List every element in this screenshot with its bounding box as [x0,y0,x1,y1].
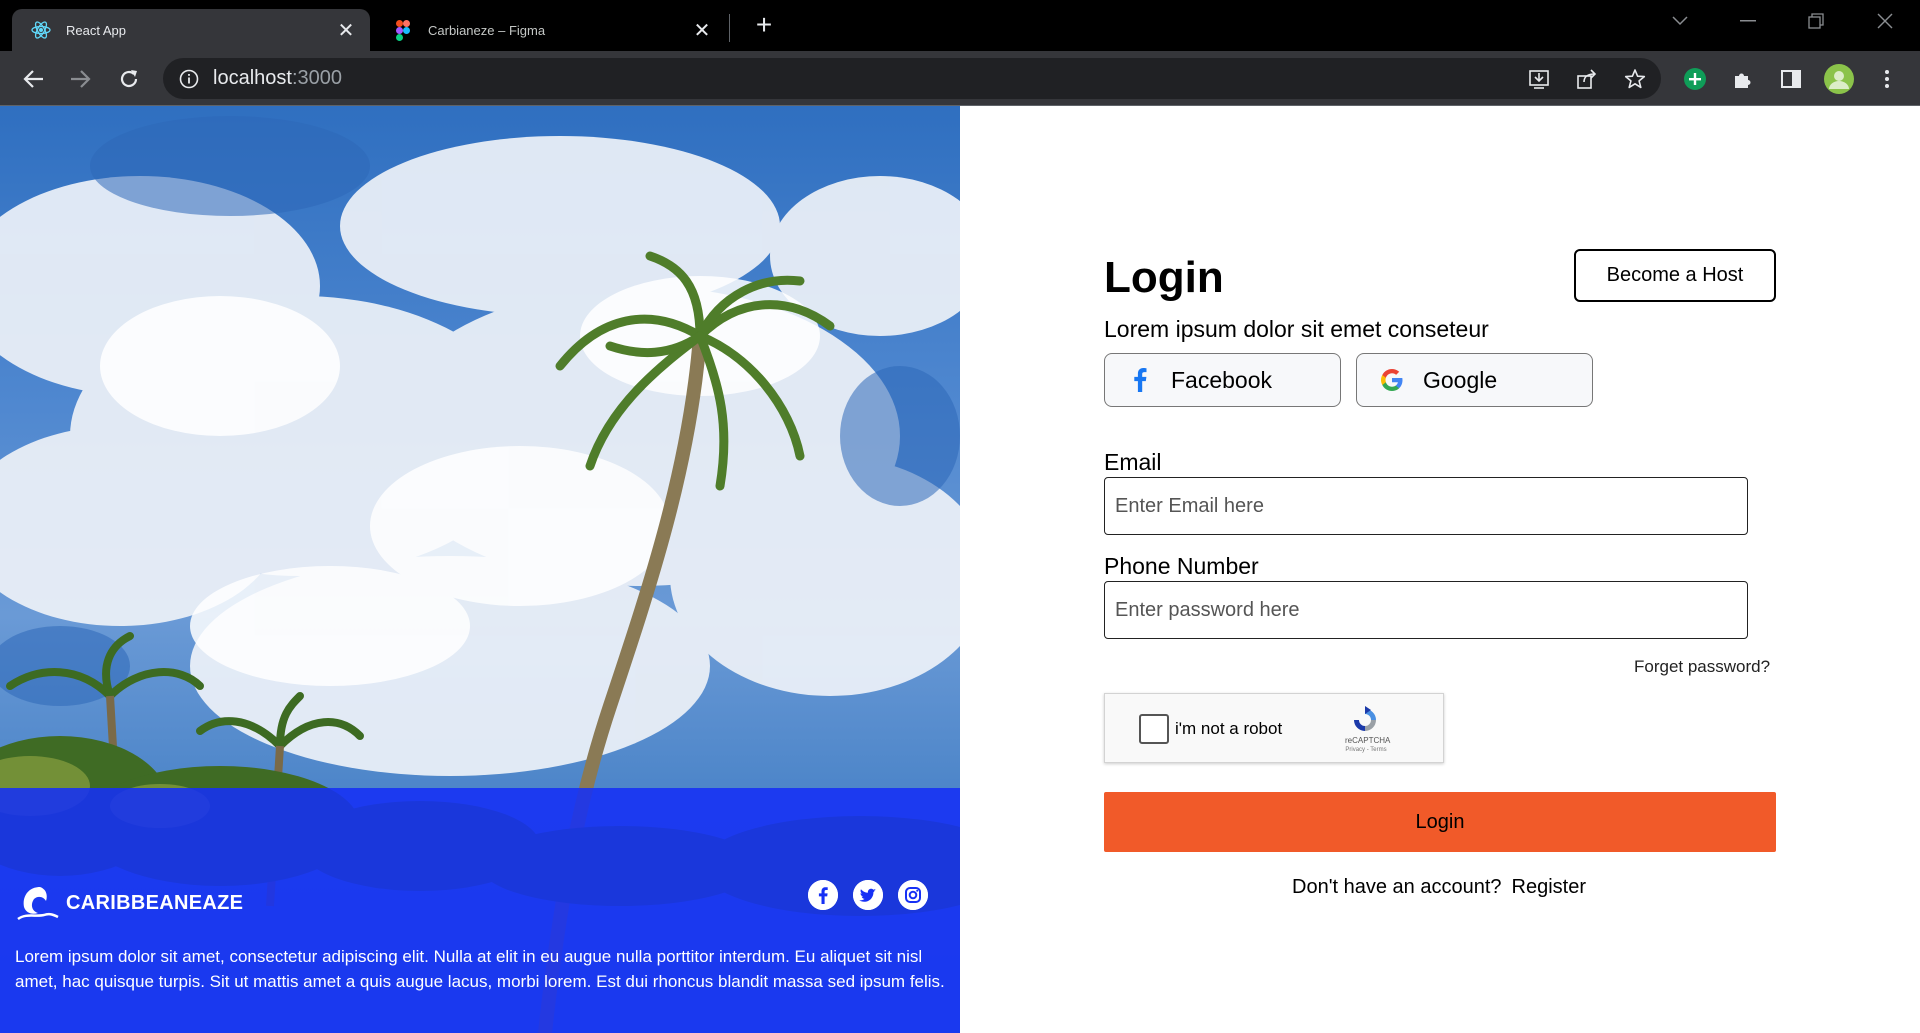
react-icon [30,19,52,41]
recaptcha-terms[interactable]: Privacy - Terms [1339,747,1393,753]
profile-avatar-icon[interactable] [1823,63,1855,95]
become-host-button[interactable]: Become a Host [1574,249,1776,302]
register-link[interactable]: Register [1512,876,1586,899]
brand-name: CARIBBEANEAZE [66,891,244,914]
close-icon[interactable]: ✕ [690,18,714,42]
back-arrow-icon[interactable] [17,63,49,95]
url-text: localhost:3000 [213,67,342,90]
minimize-icon[interactable] [1733,8,1763,34]
info-icon[interactable] [177,67,201,91]
tab-search-icon[interactable] [1665,8,1695,34]
login-panel: Login Become a Host Lorem ipsum dolor si… [960,106,1920,1033]
tab-title: React App [66,22,126,38]
google-login-button[interactable]: Google [1356,353,1593,407]
install-app-icon[interactable] [1526,66,1552,92]
address-bar[interactable]: localhost:3000 [163,58,1661,99]
hero-panel: CARIBBEANEAZE Lorem ipsum dolor sit amet… [0,106,960,1033]
recaptcha-brand: reCAPTCHA [1345,736,1391,745]
bookmark-star-icon[interactable] [1622,66,1648,92]
hero-description: Lorem ipsum dolor sit amet, consectetur … [15,947,945,991]
restore-icon[interactable] [1801,8,1831,34]
page-title: Login [1104,253,1224,302]
recaptcha-widget: i'm not a robot reCAPTCHA Privacy - Term… [1104,693,1444,763]
recaptcha-logo-icon [1354,706,1376,731]
facebook-icon [1127,367,1153,393]
figma-icon [392,19,414,41]
url-host: localhost [213,67,292,89]
email-field[interactable] [1104,477,1748,535]
tab-react-app[interactable]: React App ✕ [12,9,370,51]
facebook-login-button[interactable]: Facebook [1104,353,1341,407]
browser-tab-strip: React App ✕ Carbianeze – Figma ✕ + [0,0,1920,51]
login-button[interactable]: Login [1104,792,1776,852]
recaptcha-label: i'm not a robot [1175,719,1283,738]
new-tab-button[interactable]: + [748,11,780,40]
page-content: CARIBBEANEAZE Lorem ipsum dolor sit amet… [0,106,1920,1033]
side-panel-icon[interactable] [1775,63,1807,95]
facebook-icon[interactable] [808,880,838,910]
share-icon[interactable] [1574,66,1600,92]
recaptcha-checkbox[interactable] [1139,714,1169,744]
forgot-password-link[interactable]: Forget password? [1634,657,1770,677]
reload-icon[interactable] [113,63,145,95]
login-subtitle: Lorem ipsum dolor sit emet conseteur [1104,316,1489,342]
browser-toolbar: localhost:3000 [0,51,1920,106]
url-port: :3000 [291,67,342,89]
google-login-label: Google [1423,366,1498,393]
phone-field[interactable] [1104,581,1748,639]
brand: CARIBBEANEAZE [16,883,243,923]
forward-arrow-icon[interactable] [65,63,97,95]
email-label: Email [1104,449,1162,475]
extensions-puzzle-icon[interactable] [1727,63,1759,95]
tab-title: Carbianeze – Figma [428,22,546,38]
more-menu-icon[interactable] [1871,63,1903,95]
twitter-icon[interactable] [853,880,883,910]
add-extension-icon[interactable] [1679,63,1711,95]
window-close-icon[interactable] [1870,8,1900,34]
tab-figma[interactable]: Carbianeze – Figma ✕ [374,9,726,51]
facebook-login-label: Facebook [1171,366,1273,393]
register-prompt: Don't have an account? Register [1292,876,1586,899]
register-prompt-text: Don't have an account? [1292,876,1502,898]
wave-logo-icon [17,887,59,921]
phone-label: Phone Number [1104,553,1259,579]
tab-divider [729,14,730,42]
google-icon [1379,367,1405,393]
social-links [808,880,928,910]
close-icon[interactable]: ✕ [334,18,358,42]
instagram-icon[interactable] [898,880,928,910]
